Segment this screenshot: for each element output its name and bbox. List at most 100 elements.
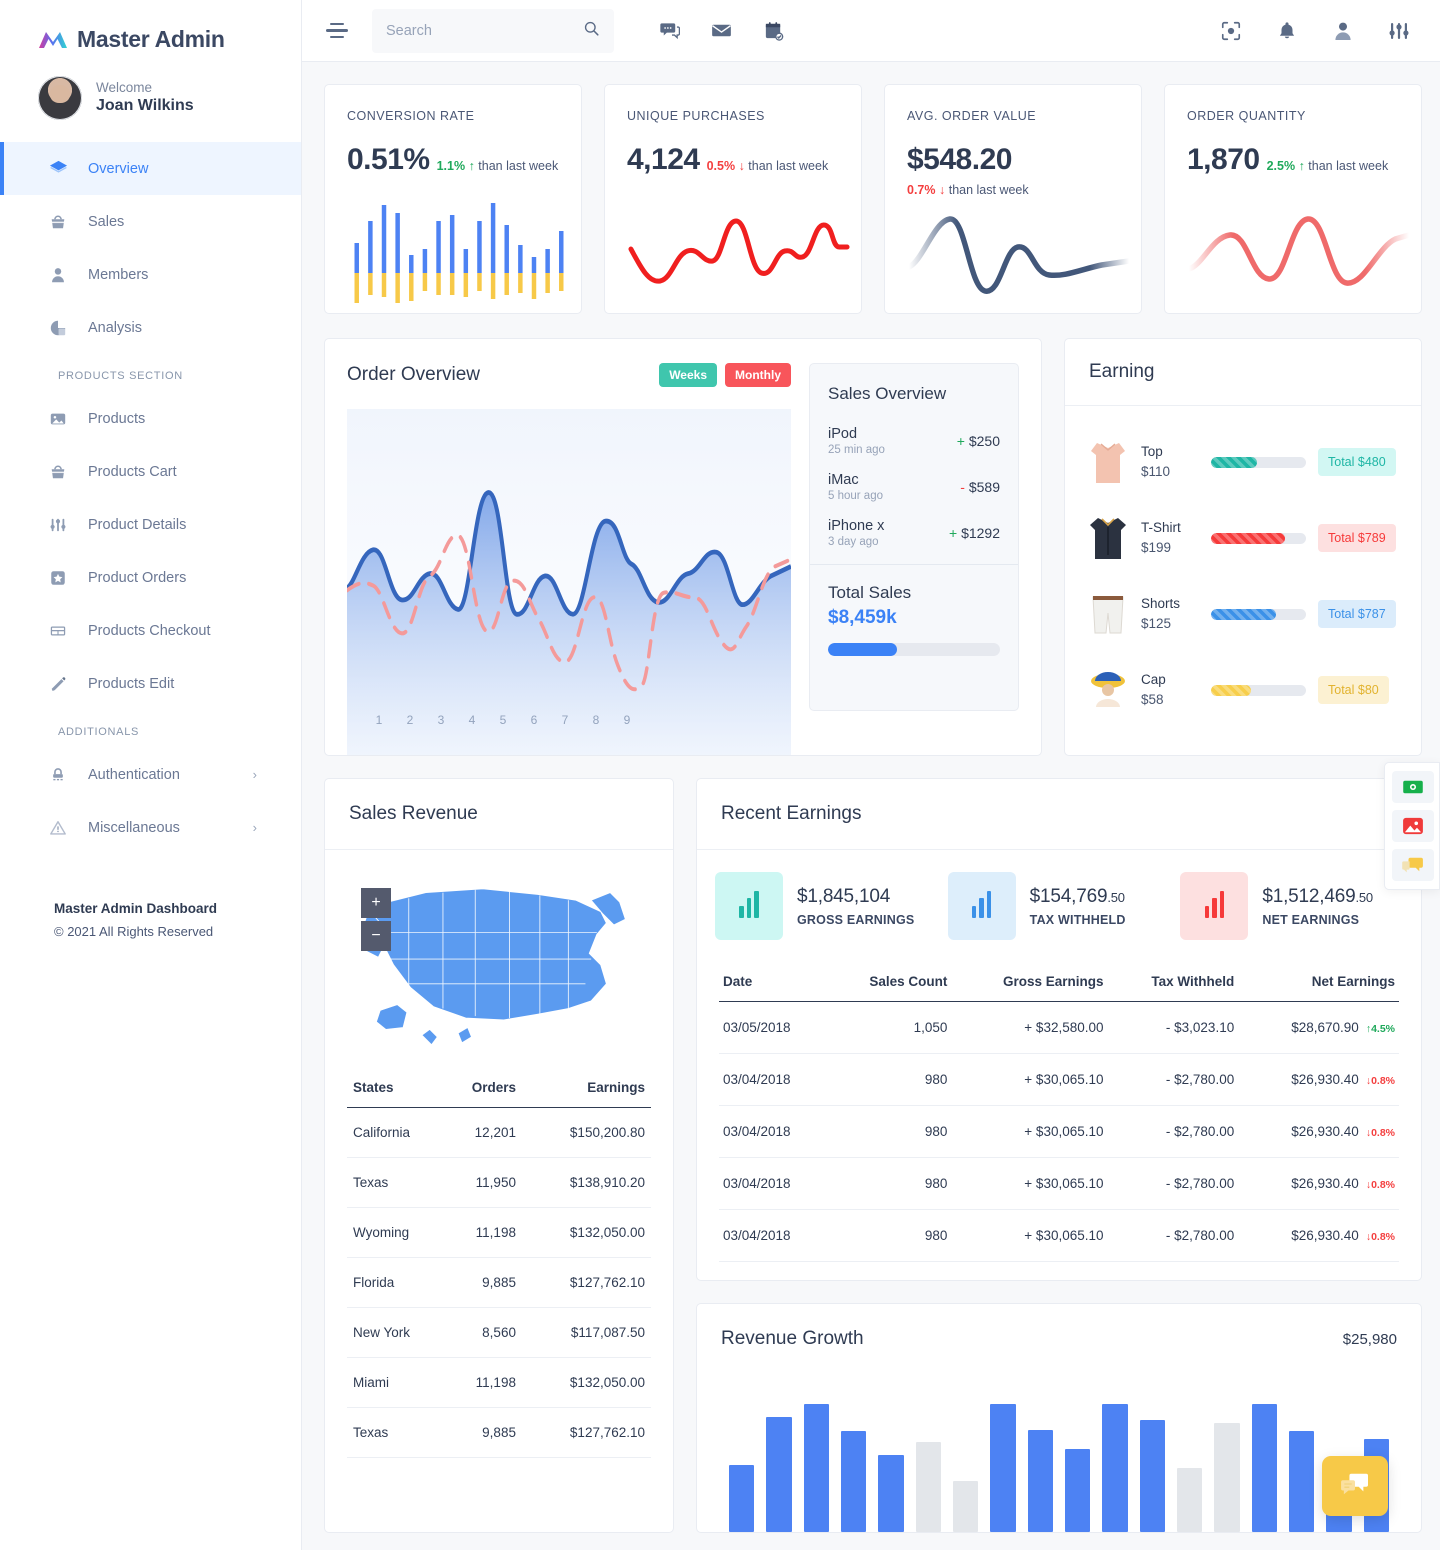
earning-row: Shorts $125 Total $787 xyxy=(1087,576,1399,652)
earning-item-name: T-Shirt $199 xyxy=(1141,520,1181,555)
sidebar-item-label: Overview xyxy=(88,160,149,177)
cell-tax: - $3,023.10 xyxy=(1107,1001,1239,1054)
sales-overview-item: iPhone x 3 day ago + $1292 xyxy=(828,518,1000,548)
table-icon xyxy=(48,621,68,641)
cell-state: Miami xyxy=(347,1357,442,1408)
chevron-right-icon: › xyxy=(252,767,257,782)
kpi-delta: 2.5% xyxy=(1266,159,1296,174)
money-icon[interactable] xyxy=(1392,771,1434,803)
revenue-growth-card: Revenue Growth $25,980 xyxy=(696,1303,1422,1533)
pie-chart-icon xyxy=(48,318,68,338)
column-header: Gross Earnings xyxy=(951,962,1108,1002)
us-map[interactable]: + − xyxy=(325,850,673,1068)
earning-item-name: Cap $58 xyxy=(1141,672,1166,707)
image-icon[interactable] xyxy=(1392,810,1434,842)
order-overview-title: Order Overview xyxy=(347,364,481,385)
user-icon[interactable] xyxy=(1330,18,1356,44)
sidebar-item-overview[interactable]: Overview xyxy=(0,142,301,195)
cell-earnings: $117,087.50 xyxy=(531,1307,651,1358)
revenue-growth-bar xyxy=(766,1416,792,1532)
item-name: iMac xyxy=(828,472,859,488)
sidebar-item-sales[interactable]: Sales xyxy=(0,195,301,248)
cell-sales-count: 1,050 xyxy=(827,1001,952,1054)
summary-gross-earnings: $1,845,104 GROSS EARNINGS xyxy=(715,872,938,940)
bell-icon[interactable] xyxy=(1274,18,1300,44)
earning-card: Earning Top $110 Total $480 T-Shirt $199… xyxy=(1064,338,1422,756)
search-input[interactable] xyxy=(386,22,583,39)
order-overview-card: Order Overview Weeks Monthly 1 2 3 4 5 6… xyxy=(324,338,1042,756)
kpi-delta: 0.7% xyxy=(907,183,936,197)
item-amount: $250 xyxy=(968,433,1000,449)
chat-icon[interactable] xyxy=(656,18,682,44)
column-header: States xyxy=(347,1068,442,1108)
sidebar-item-product-orders[interactable]: Product Orders xyxy=(0,551,301,604)
toggle-monthly[interactable]: Monthly xyxy=(725,363,791,387)
cell-state: Wyoming xyxy=(347,1207,442,1258)
revenue-growth-bar xyxy=(729,1464,755,1532)
trend-down-icon: ↓0.8% xyxy=(1365,1075,1395,1087)
sidebar-footer-copyright: © 2021 All Rights Reserved xyxy=(54,923,214,939)
item-time: 5 hour ago xyxy=(828,490,883,502)
summary-label: TAX WITHHELD xyxy=(1029,912,1126,927)
cell-date: 03/04/2018 xyxy=(719,1157,828,1210)
sidebar-item-products-cart[interactable]: Products Cart xyxy=(0,445,301,498)
revenue-growth-bar xyxy=(1214,1423,1240,1532)
chat-icon[interactable] xyxy=(1392,849,1434,881)
revenue-growth-title: Revenue Growth xyxy=(721,1328,864,1349)
sidebar-item-members[interactable]: Members xyxy=(0,248,301,301)
brand[interactable]: Master Admin xyxy=(0,0,301,62)
pencil-icon xyxy=(48,674,68,694)
envelope-icon[interactable] xyxy=(708,18,734,44)
cell-orders: 11,198 xyxy=(441,1357,532,1408)
revenue-growth-bar xyxy=(803,1404,829,1532)
kpi-card-order-quantity: ORDER QUANTITY 1,870 2.5% ↑ than last we… xyxy=(1164,84,1422,314)
float-widget-panel xyxy=(1384,762,1440,890)
table-row: Texas 9,885 $127,762.10 xyxy=(347,1407,651,1458)
table-row: 03/04/2018 980 + $30,065.10 - $2,780.00 … xyxy=(719,1157,1399,1210)
kpi-value: 1,870 xyxy=(1187,143,1260,176)
toggle-weeks[interactable]: Weeks xyxy=(659,363,717,387)
sidebar-item-label: Products xyxy=(88,410,146,427)
sidebar-item-label: Members xyxy=(88,266,149,283)
sidebar-footer: Master Admin Dashboard © 2021 All Rights… xyxy=(0,854,301,943)
cell-earnings: $127,762.10 xyxy=(531,1407,651,1458)
sliders-icon xyxy=(48,515,68,535)
calendar-check-icon[interactable] xyxy=(760,18,786,44)
sidebar-item-product-details[interactable]: Product Details xyxy=(0,498,301,551)
hamburger-icon[interactable] xyxy=(326,21,348,41)
sidebar-item-products-edit[interactable]: Products Edit xyxy=(0,657,301,710)
cell-date: 03/04/2018 xyxy=(719,1105,828,1158)
kpi-value: 4,124 xyxy=(627,143,700,176)
chat-fab-button[interactable] xyxy=(1322,1456,1388,1516)
x-tick: 9 xyxy=(623,713,631,727)
sales-overview-item: iMac 5 hour ago - $589 xyxy=(828,472,1000,502)
cell-gross: + $30,065.10 xyxy=(951,1053,1108,1106)
bottom-row: Sales Revenue + − States Orders Earnings… xyxy=(324,778,1422,1533)
sidebar-item-label: Analysis xyxy=(88,319,142,336)
sidebar-item-products-checkout[interactable]: Products Checkout xyxy=(0,604,301,657)
avatar xyxy=(38,76,82,120)
sidebar-item-miscellaneous[interactable]: Miscellaneous › xyxy=(0,801,301,854)
cell-date: 03/04/2018 xyxy=(719,1053,828,1106)
revenue-growth-bar xyxy=(952,1480,979,1532)
scan-icon[interactable] xyxy=(1218,18,1244,44)
sidebar-item-label: Sales xyxy=(88,213,125,230)
gradient-m-logo-icon xyxy=(38,28,68,50)
kpi-delta-suffix: than last week xyxy=(478,159,559,174)
cell-gross: + $30,065.10 xyxy=(951,1105,1108,1158)
sidebar-item-label: Miscellaneous xyxy=(88,819,180,836)
sidebar-item-authentication[interactable]: Authentication › xyxy=(0,748,301,801)
map-zoom-out-button[interactable]: − xyxy=(361,921,391,951)
search-icon[interactable] xyxy=(583,20,600,42)
table-row: Texas 11,950 $138,910.20 xyxy=(347,1157,651,1208)
sidebar-item-analysis[interactable]: Analysis xyxy=(0,301,301,354)
sliders-icon[interactable] xyxy=(1386,18,1412,44)
earning-row: T-Shirt $199 Total $789 xyxy=(1087,500,1399,576)
search-box[interactable] xyxy=(372,8,614,53)
map-zoom-in-button[interactable]: + xyxy=(361,888,391,918)
cell-orders: 12,201 xyxy=(441,1107,532,1158)
sidebar-item-label: Products Cart xyxy=(88,463,177,480)
revenue-growth-bar xyxy=(840,1431,867,1532)
sidebar-item-products[interactable]: Products xyxy=(0,392,301,445)
cell-gross: + $32,580.00 xyxy=(951,1001,1108,1054)
